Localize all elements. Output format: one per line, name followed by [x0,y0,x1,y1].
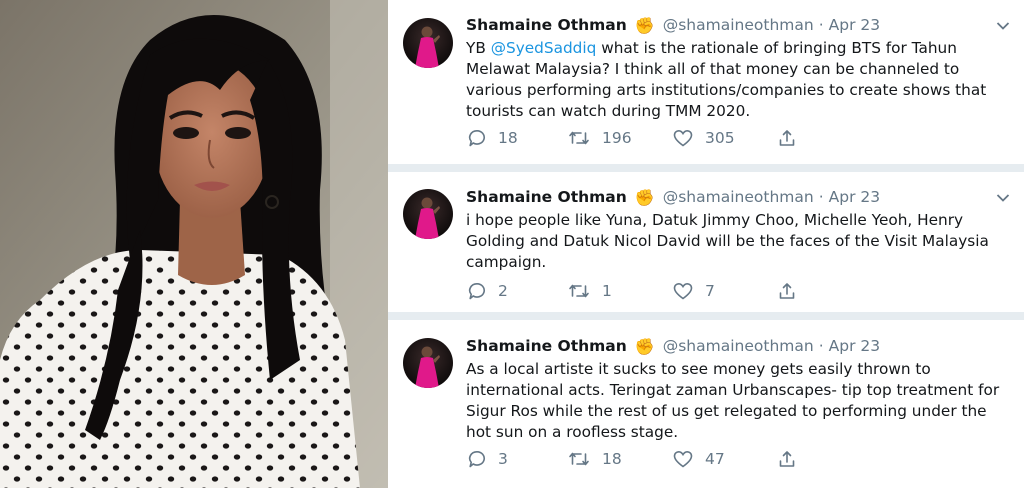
author-name[interactable]: Shamaine Othman [466,188,627,206]
avatar[interactable] [403,189,453,239]
author-name[interactable]: Shamaine Othman [466,16,627,34]
retweet-count: 196 [602,129,632,147]
reply-icon [468,129,485,147]
share-button[interactable] [778,280,808,302]
raised-fist-emoji: ✊ [634,336,655,356]
tweet-date[interactable]: Apr 23 [829,188,880,206]
retweet-button[interactable]: 1 [568,280,612,302]
like-icon [673,129,693,147]
share-icon [779,130,795,146]
like-count: 7 [705,282,715,300]
share-icon [779,283,795,299]
tweet-text: As a local artiste it sucks to see money… [466,360,1000,441]
reply-count: 18 [498,129,518,147]
reply-icon [468,282,485,300]
tweet-actions: 18 196 305 [466,127,806,149]
author-handle[interactable]: @shamaineothman [663,337,814,355]
tweet-actions: 3 18 47 [466,448,806,470]
share-icon [779,451,795,467]
reply-button[interactable]: 3 [468,448,508,470]
like-count: 305 [705,129,735,147]
reply-icon [468,450,485,468]
profile-photo [0,0,388,488]
tweet-date[interactable]: Apr 23 [829,337,880,355]
like-icon [673,450,693,468]
author-name[interactable]: Shamaine Othman [466,337,627,355]
author-handle[interactable]: @shamaineothman [663,16,814,34]
like-button[interactable]: 305 [673,127,735,149]
tweet-header: Shamaine Othman ✊ @shamaineothman · Apr … [466,335,880,357]
retweet-count: 18 [602,450,622,468]
mention-link[interactable]: @SyedSaddiq [491,39,597,57]
avatar[interactable] [403,338,453,388]
tweet-card[interactable]: Shamaine Othman ✊ @shamaineothman · Apr … [388,320,1024,488]
tweet-actions: 2 1 7 [466,280,806,302]
chevron-down-icon[interactable] [996,193,1010,203]
reply-count: 3 [498,450,508,468]
tweet-text-part: YB [466,39,491,57]
tweet-card[interactable]: Shamaine Othman ✊ @shamaineothman · Apr … [388,0,1024,164]
reply-button[interactable]: 2 [468,280,508,302]
retweet-button[interactable]: 196 [568,127,632,149]
like-button[interactable]: 7 [673,280,715,302]
reply-count: 2 [498,282,508,300]
retweet-button[interactable]: 18 [568,448,622,470]
tweet-header: Shamaine Othman ✊ @shamaineothman · Apr … [466,186,880,208]
reply-button[interactable]: 18 [468,127,518,149]
tweet-card[interactable]: Shamaine Othman ✊ @shamaineothman · Apr … [388,172,1024,312]
separator: · [818,337,824,355]
tweet-text: i hope people like Yuna, Datuk Jimmy Cho… [466,211,989,271]
share-button[interactable] [778,127,808,149]
tweet-text: YB @SyedSaddiq what is the rationale of … [466,38,1006,122]
tweet-date[interactable]: Apr 23 [829,16,880,34]
tweet-header: Shamaine Othman ✊ @shamaineothman · Apr … [466,14,880,36]
retweet-count: 1 [602,282,612,300]
retweet-icon [569,452,589,466]
raised-fist-emoji: ✊ [634,187,655,207]
raised-fist-emoji: ✊ [634,15,655,35]
chevron-down-icon[interactable] [996,21,1010,31]
avatar[interactable] [403,18,453,68]
retweet-icon [569,284,589,298]
retweet-icon [569,131,589,145]
share-button[interactable] [778,448,808,470]
like-button[interactable]: 47 [673,448,725,470]
tweet-feed: Shamaine Othman ✊ @shamaineothman · Apr … [388,0,1024,488]
separator: · [818,16,824,34]
like-count: 47 [705,450,725,468]
like-icon [673,282,693,300]
author-handle[interactable]: @shamaineothman [663,188,814,206]
separator: · [818,188,824,206]
